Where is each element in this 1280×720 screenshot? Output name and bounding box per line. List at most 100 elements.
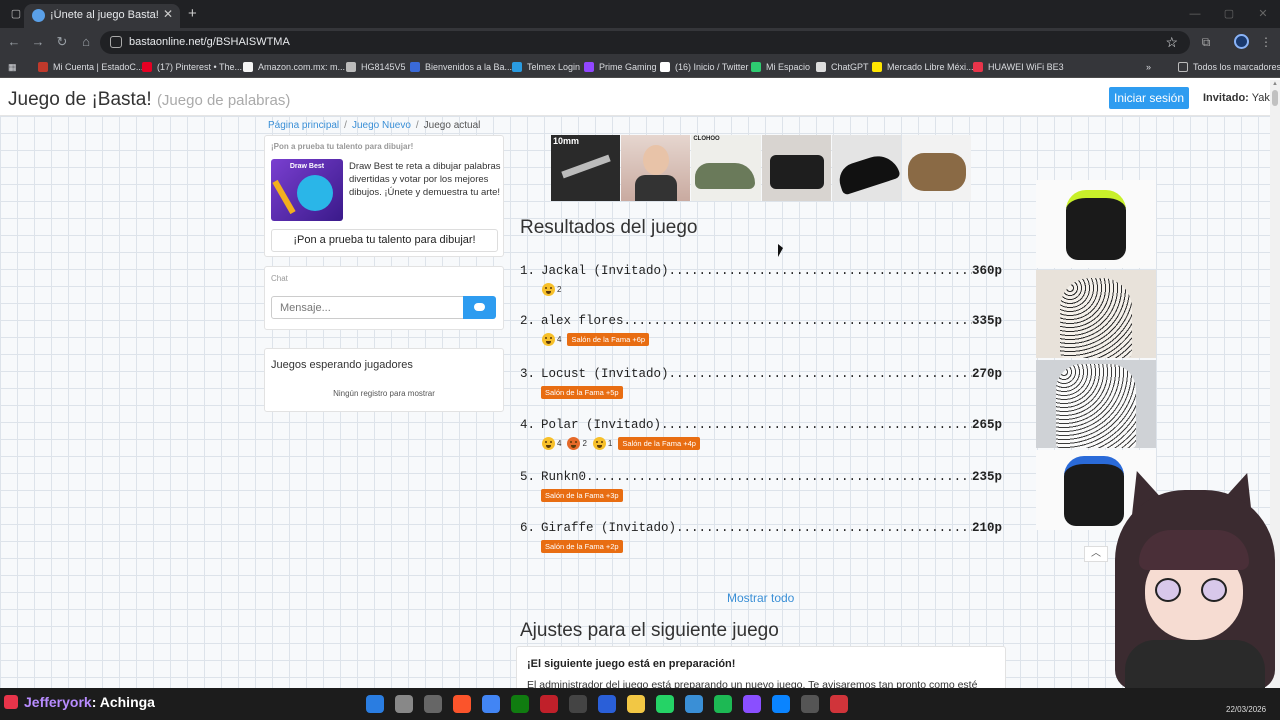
menu-icon[interactable]: ⋮ (1258, 34, 1274, 50)
taskbar-app-icon[interactable] (424, 695, 442, 713)
profile-avatar[interactable] (1234, 34, 1249, 49)
site-title[interactable]: Juego de ¡Basta! (Juego de palabras) (8, 89, 290, 111)
scroll-to-top-icon[interactable]: ︿ (1084, 546, 1108, 562)
bookmark-star-icon[interactable]: ☆ (1165, 34, 1178, 51)
home-icon[interactable]: ⌂ (78, 34, 94, 50)
reload-icon[interactable]: ↻ (54, 34, 70, 50)
taskbar-app-icon[interactable] (598, 695, 616, 713)
ad-costume-image[interactable] (621, 135, 691, 201)
taskbar-app-icon[interactable] (569, 695, 587, 713)
ad-wrench-image[interactable]: 10mm (551, 135, 621, 201)
minimize-icon[interactable]: — (1178, 0, 1212, 28)
maximize-icon[interactable]: ▢ (1212, 0, 1246, 28)
bookmark-item[interactable]: Mercado Libre Méxi... (872, 60, 974, 74)
taskbar-app-icon[interactable] (540, 695, 558, 713)
side-ad-column (1036, 180, 1156, 532)
taskbar-app-icon[interactable] (482, 695, 500, 713)
bookmark-item[interactable]: (17) Pinterest • The... (142, 60, 242, 74)
browser-tab[interactable]: ¡Únete al juego Basta! ✕ (24, 4, 180, 28)
result-tags: Salón de la Fama +2p (541, 539, 623, 553)
login-button[interactable]: Iniciar sesión (1109, 87, 1189, 109)
taskbar-app-icon[interactable] (801, 695, 819, 713)
bookmark-item[interactable]: Amazon.com.mx: m... (243, 60, 345, 74)
bookmark-favicon (38, 62, 48, 72)
send-message-button[interactable] (463, 296, 496, 319)
close-tab-icon[interactable]: ✕ (163, 7, 173, 21)
taskbar-app-icon[interactable] (366, 695, 384, 713)
bookmark-item[interactable]: Mi Cuenta | EstadoC... (38, 60, 143, 74)
page-scrollbar[interactable]: ▲ (1270, 80, 1280, 688)
url-text: bastaonline.net/g/BSHAISWTMA (129, 36, 290, 48)
site-title-text: Juego de ¡Basta! (8, 89, 152, 110)
taskbar-app-icon[interactable] (395, 695, 413, 713)
ad-dress-shoe-image[interactable] (831, 135, 901, 201)
show-all-link[interactable]: Mostrar todo (727, 591, 794, 605)
apps-grid-icon[interactable]: ▦ (8, 60, 17, 74)
breadcrumb-new-game[interactable]: Juego Nuevo (352, 120, 411, 131)
player-name[interactable]: alex flores (541, 314, 624, 330)
window-controls: — ▢ ✕ (1178, 0, 1280, 28)
back-icon[interactable]: ← (6, 34, 22, 50)
breadcrumb: Página principal / Juego Nuevo / Juego actua… (268, 120, 481, 131)
ad-banner[interactable]: 10mm CLOHOO (551, 135, 972, 201)
taskbar-app-icon[interactable] (685, 695, 703, 713)
player-name[interactable]: Polar (Invitado) (541, 418, 661, 434)
wow-face-icon (542, 282, 555, 296)
reaction-laugh[interactable]: 1 (592, 436, 612, 450)
forward-icon[interactable]: → (30, 34, 46, 50)
scrollbar-thumb[interactable] (1272, 90, 1278, 106)
bookmark-item[interactable]: Bienvenidos a la Ba... (410, 60, 512, 74)
draw-best-image[interactable]: Draw Best (271, 159, 343, 221)
bookmark-item[interactable]: HG8145V5 (346, 60, 406, 74)
result-row: 4.Polar (Invitado)265p 4 2 1 Salón de la… (520, 418, 1002, 460)
player-name[interactable]: Giraffe (Invitado) (541, 521, 676, 537)
hall-of-fame-badge: Salón de la Fama +4p (618, 436, 700, 450)
ad-shoe-image[interactable]: CLOHOO (691, 135, 761, 201)
taskbar-app-icon[interactable] (830, 695, 848, 713)
taskbar-app-icon[interactable] (511, 695, 529, 713)
player-name[interactable]: Jackal (Invitado) (541, 264, 669, 280)
taskbar-app-icon[interactable] (743, 695, 761, 713)
tab-search-icon[interactable]: ▢ (8, 6, 24, 22)
pencil-icon (272, 179, 296, 215)
reaction-laugh[interactable]: 4 (542, 332, 561, 346)
all-bookmarks-folder[interactable]: Todos los marcadores (1178, 60, 1280, 74)
bookmark-item[interactable]: Prime Gaming (584, 60, 657, 74)
chat-message-input[interactable]: Mensaje... (271, 296, 464, 319)
new-tab-icon[interactable]: + (188, 5, 197, 22)
browser-tab-bar: ▢ ¡Únete al juego Basta! ✕ + — ▢ ✕ (0, 0, 1280, 28)
taskbar-app-icon[interactable] (772, 695, 790, 713)
bookmark-item[interactable]: HUAWEI WiFi BE3 (973, 60, 1064, 74)
taskbar-app-icon[interactable] (656, 695, 674, 713)
bookmark-item[interactable]: ChatGPT (816, 60, 869, 74)
url-field[interactable]: bastaonline.net/g/BSHAISWTMA ☆ (100, 31, 1190, 54)
taskbar-app-icon[interactable] (453, 695, 471, 713)
player-name[interactable]: Runkn0 (541, 470, 586, 486)
bookmark-favicon (660, 62, 670, 72)
ad-sandal-image[interactable] (901, 135, 972, 201)
ad-blue-glove-image[interactable] (1036, 450, 1156, 530)
ad-blouse-image[interactable] (1036, 270, 1156, 358)
ad-goalkeeper-glove-image[interactable] (1036, 180, 1156, 268)
reaction-wow[interactable]: 2 (542, 282, 561, 296)
laugh-face-icon (592, 436, 606, 450)
scroll-up-icon[interactable]: ▲ (1272, 81, 1278, 87)
player-name[interactable]: Locust (Invitado) (541, 367, 669, 383)
extensions-icon[interactable]: ⧉ (1198, 34, 1214, 50)
draw-best-button[interactable]: ¡Pon a prueba tu talento para dibujar! (271, 229, 498, 252)
taskbar-app-icon[interactable] (627, 695, 645, 713)
player-points: 210p (971, 521, 1002, 535)
reaction-angry[interactable]: 2 (567, 436, 587, 450)
bookmark-item[interactable]: Telmex Login (512, 60, 580, 74)
breadcrumb-home[interactable]: Página principal (268, 120, 339, 131)
bookmark-item[interactable]: Mi Espacio (751, 60, 810, 74)
bookmark-item[interactable]: (16) Inicio / Twitter (660, 60, 748, 74)
close-window-icon[interactable]: ✕ (1246, 0, 1280, 28)
site-info-icon[interactable] (110, 36, 122, 48)
taskbar-app-icon[interactable] (714, 695, 732, 713)
ad-bag-image[interactable] (761, 135, 831, 201)
player-points: 265p (971, 418, 1002, 432)
reaction-wow[interactable]: 4 (542, 436, 561, 450)
more-bookmarks-icon[interactable]: » (1146, 60, 1151, 74)
ad-jacket-image[interactable] (1036, 360, 1156, 448)
